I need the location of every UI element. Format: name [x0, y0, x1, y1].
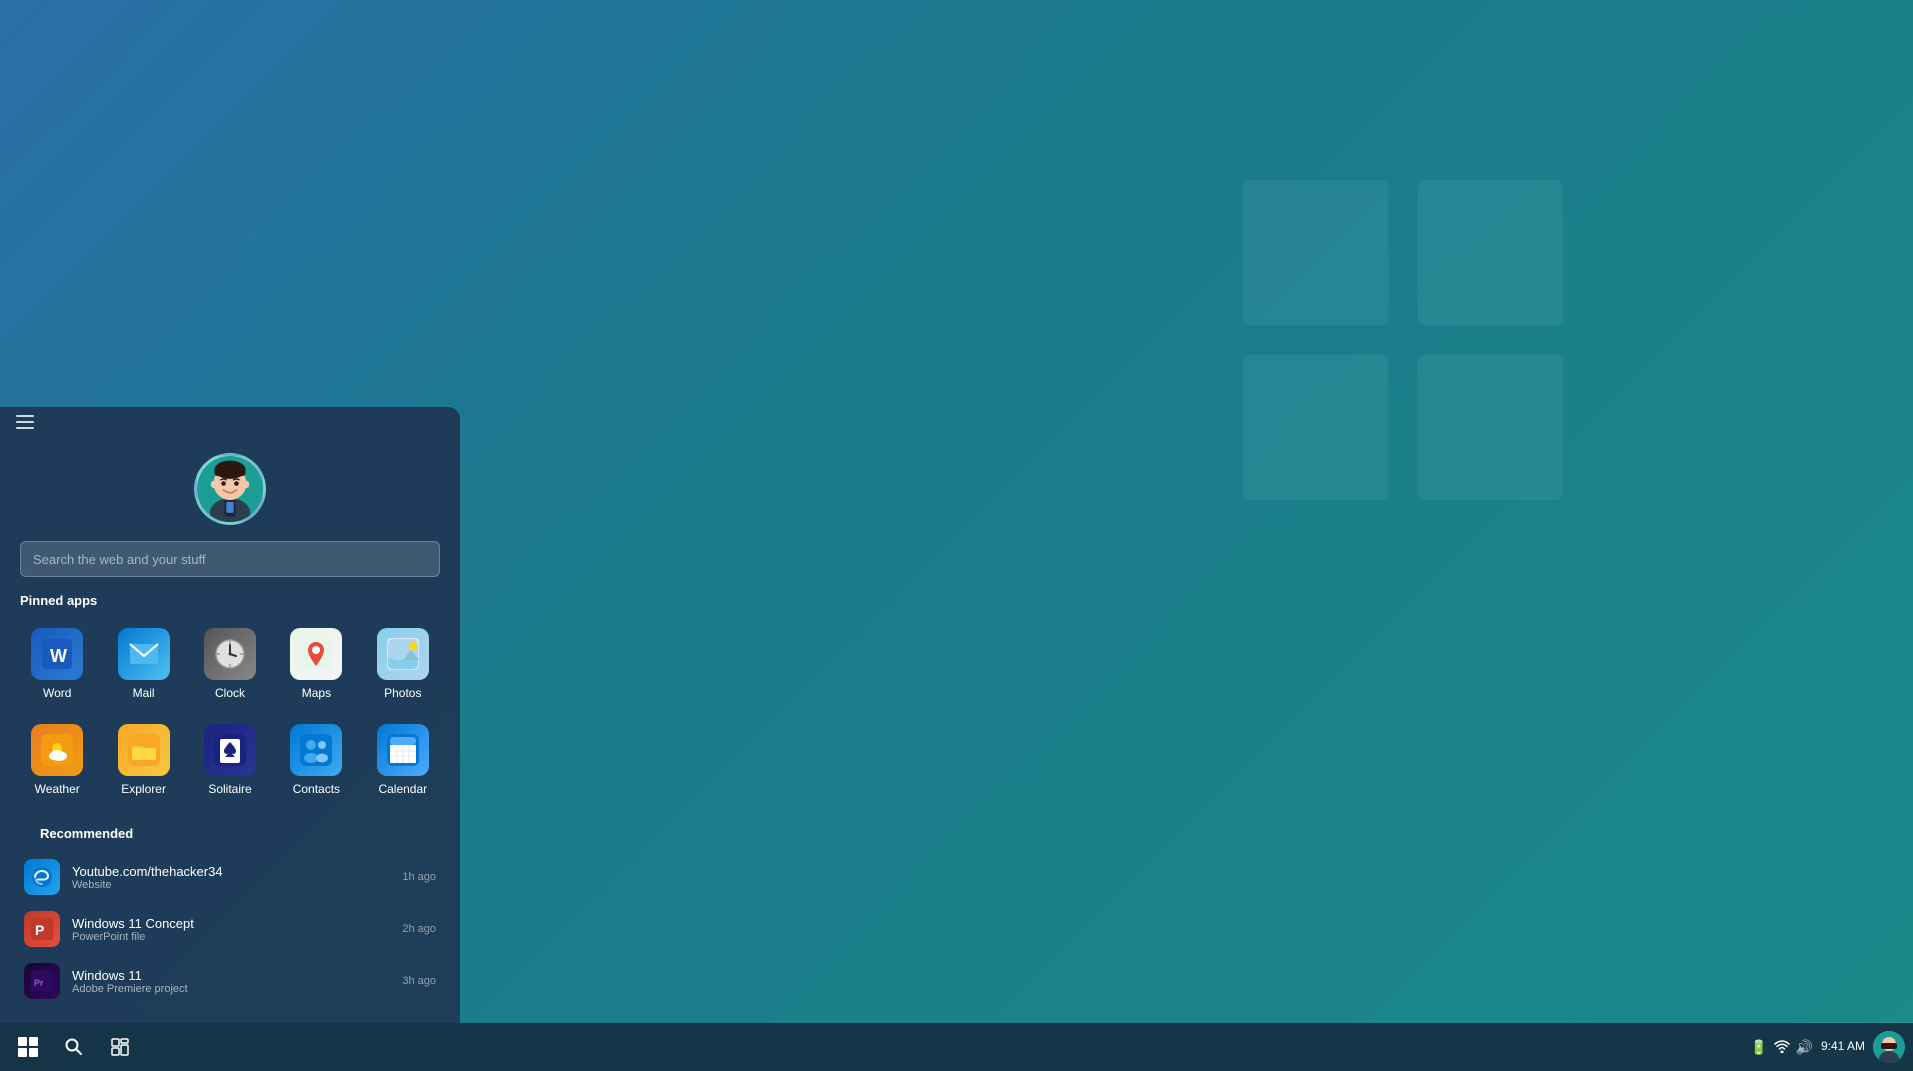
search-input[interactable] — [20, 541, 440, 577]
maps-label: Maps — [302, 686, 331, 700]
app-mail[interactable]: Mail — [102, 618, 184, 710]
rec-ppt-time: 2h ago — [402, 923, 436, 935]
rec-item-premiere[interactable]: Pr Windows 11 Adobe Premiere project 3h … — [20, 955, 440, 1007]
rec-premiere-time: 3h ago — [402, 975, 436, 987]
mail-icon — [118, 628, 170, 680]
taskbar-system-icons: 🔋 🔊 — [1750, 1039, 1813, 1056]
photos-icon — [377, 628, 429, 680]
app-explorer[interactable]: Explorer — [102, 714, 184, 806]
rec-youtube-subtitle: Website — [72, 879, 390, 891]
contacts-label: Contacts — [293, 782, 340, 796]
app-solitaire[interactable]: Solitaire — [189, 714, 271, 806]
calendar-icon — [377, 724, 429, 776]
app-clock[interactable]: Clock — [189, 618, 271, 710]
photos-label: Photos — [384, 686, 421, 700]
app-contacts[interactable]: Contacts — [275, 714, 357, 806]
rec-youtube-time: 1h ago — [402, 871, 436, 883]
recommended-label: Recommended — [20, 822, 440, 851]
clock-label: Clock — [215, 686, 245, 700]
user-avatar-container — [0, 437, 460, 533]
app-word[interactable]: W Word — [16, 618, 98, 710]
powerpoint-icon: P — [24, 911, 60, 947]
hamburger-menu[interactable] — [0, 407, 460, 437]
rec-premiere-info: Windows 11 Adobe Premiere project — [72, 968, 390, 995]
volume-icon: 🔊 — [1796, 1039, 1813, 1056]
solitaire-label: Solitaire — [208, 782, 251, 796]
recommended-section: Recommended Youtube.com/thehacker34 Webs… — [0, 814, 460, 1007]
battery-icon: 🔋 — [1750, 1039, 1767, 1056]
start-menu: Pinned apps W Word — [0, 407, 460, 1023]
rec-premiere-subtitle: Adobe Premiere project — [72, 983, 390, 995]
taskbar-avatar[interactable] — [1873, 1031, 1905, 1063]
explorer-icon — [118, 724, 170, 776]
taskbar-left — [8, 1027, 140, 1067]
wifi-icon — [1774, 1039, 1790, 1056]
windows-logo — [1243, 180, 1563, 500]
weather-icon — [31, 724, 83, 776]
desktop: Pinned apps W Word — [0, 0, 1913, 1071]
calendar-label: Calendar — [378, 782, 427, 796]
maps-icon — [290, 628, 342, 680]
taskbar-search-button[interactable] — [54, 1027, 94, 1067]
pinned-apps-grid: W Word Mail — [0, 618, 460, 814]
clock-icon — [204, 628, 256, 680]
rec-premiere-title: Windows 11 — [72, 968, 390, 983]
taskbar-time: 9:41 AM — [1821, 1039, 1865, 1055]
svg-text:Pr: Pr — [34, 978, 44, 988]
search-container — [0, 533, 460, 589]
rec-item-youtube[interactable]: Youtube.com/thehacker34 Website 1h ago — [20, 851, 440, 903]
app-maps[interactable]: Maps — [275, 618, 357, 710]
rec-youtube-info: Youtube.com/thehacker34 Website — [72, 864, 390, 891]
app-weather[interactable]: Weather — [16, 714, 98, 806]
pinned-apps-label: Pinned apps — [0, 589, 460, 618]
svg-text:P: P — [35, 922, 44, 938]
edge-icon — [24, 859, 60, 895]
app-photos[interactable]: Photos — [362, 618, 444, 710]
taskbar-widgets-button[interactable] — [100, 1027, 140, 1067]
taskbar: 🔋 🔊 9:41 AM — [0, 1023, 1913, 1071]
start-button[interactable] — [8, 1027, 48, 1067]
word-icon: W — [31, 628, 83, 680]
rec-ppt-info: Windows 11 Concept PowerPoint file — [72, 916, 390, 943]
solitaire-icon — [204, 724, 256, 776]
user-avatar[interactable] — [194, 453, 266, 525]
rec-youtube-title: Youtube.com/thehacker34 — [72, 864, 390, 879]
rec-item-ppt[interactable]: P Windows 11 Concept PowerPoint file 2h … — [20, 903, 440, 955]
contacts-icon — [290, 724, 342, 776]
taskbar-right: 🔋 🔊 9:41 AM — [1750, 1031, 1905, 1063]
explorer-label: Explorer — [121, 782, 166, 796]
rec-ppt-title: Windows 11 Concept — [72, 916, 390, 931]
rec-ppt-subtitle: PowerPoint file — [72, 931, 390, 943]
weather-label: Weather — [35, 782, 80, 796]
mail-label: Mail — [133, 686, 155, 700]
app-calendar[interactable]: Calendar — [362, 714, 444, 806]
word-label: Word — [43, 686, 71, 700]
svg-text:W: W — [50, 646, 67, 666]
premiere-icon: Pr — [24, 963, 60, 999]
